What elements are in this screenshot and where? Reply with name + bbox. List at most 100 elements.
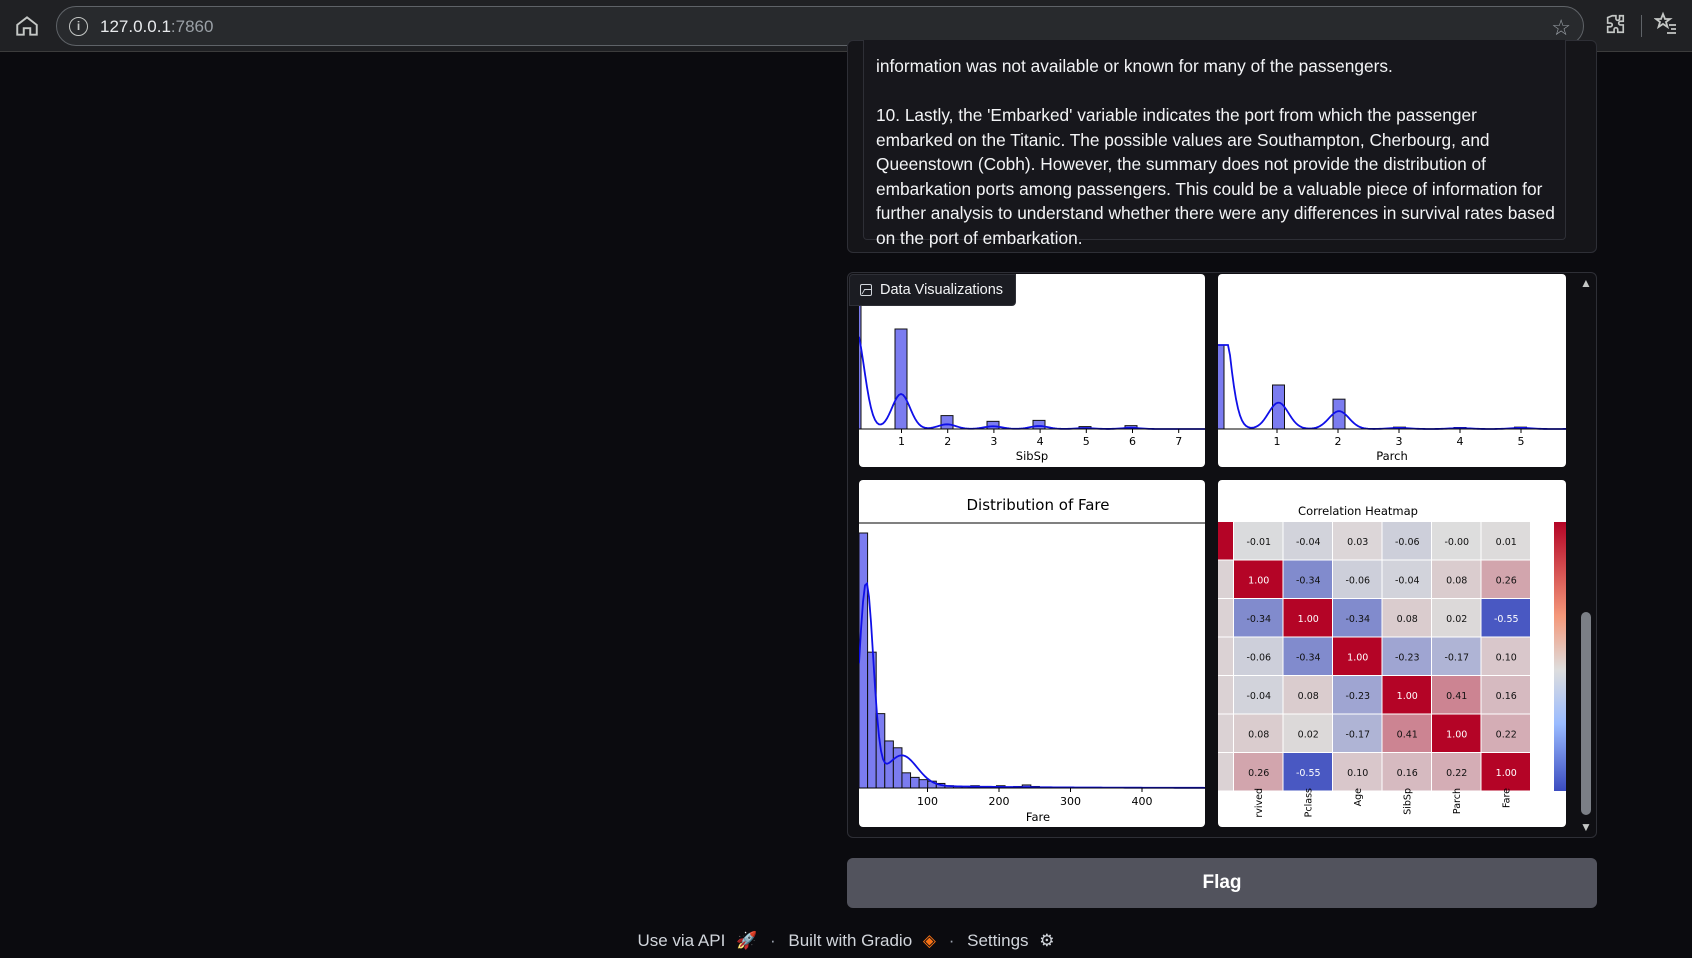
footer: Use via API 🚀 · Built with Gradio ◈ · Se… [0,930,1692,954]
url-text[interactable]: 127.0.0.1:7860 [100,17,213,37]
x-axis-label: Fare [1026,810,1050,824]
heatmap-cell-cropped [1218,560,1233,598]
histogram-bar [1332,398,1346,430]
heatmap-cell-label: 0.22 [1496,729,1517,740]
heatmap-cell-label: 1.00 [1446,729,1467,740]
heatmap-column-label: Parch [1452,788,1463,814]
histogram-bar [940,415,954,430]
heatmap-cell-label: 0.10 [1496,652,1517,663]
settings-link[interactable]: Settings [967,931,1028,951]
heatmap-cell-label: -0.34 [1345,614,1370,625]
x-tick-label: 300 [1060,795,1081,808]
histogram-bar [859,532,869,789]
heatmap-cell-label: 0.08 [1248,729,1269,740]
footer-separator: · [948,930,955,950]
x-tick-label: 200 [989,795,1010,808]
chart-title: Correlation Heatmap [1298,504,1418,518]
bookmarks-list-icon[interactable] [1653,11,1678,41]
histogram-bar [892,747,903,789]
heatmap-cell-label: 0.16 [1496,691,1517,702]
home-icon[interactable] [14,13,40,39]
use-via-api-link[interactable]: Use via API [637,931,725,951]
heatmap-column-label: Fare [1501,788,1512,808]
fare-histogram-svg: Distribution of Fare 100 200 300 400 Fare [859,496,1205,824]
heatmap-cell-label: 0.01 [1496,537,1517,548]
extensions-icon[interactable] [1604,13,1626,41]
visualizations-label-text: Data Visualizations [880,282,1004,298]
kde-line [1218,344,1566,430]
heatmap-cell-cropped [1218,522,1233,560]
kde-line [859,336,1205,430]
site-info-icon[interactable]: i [69,17,88,36]
heatmap-cell-label: 1.00 [1248,575,1269,586]
heatmap-column-label: SibSp [1402,788,1413,815]
heatmap-cell-label: -0.04 [1296,537,1321,548]
heatmap-cell-label: 0.08 [1298,691,1319,702]
heatmap-cell-label: 0.08 [1446,575,1467,586]
fare-histogram-plot[interactable]: Distribution of Fare 100 200 300 400 Fare [859,480,1205,827]
histogram-bar [986,420,1000,430]
x-tick-label: 400 [1132,795,1153,808]
heatmap-cell-label: -0.55 [1296,768,1321,779]
rocket-icon: 🚀 [736,930,758,950]
x-tick-label: 100 [917,795,938,808]
url-port: :7860 [170,17,214,36]
correlation-heatmap-plot[interactable]: Correlation Heatmap -0.01 -0.04 0.03 -0.06 -0… [1218,480,1566,827]
kde-line [859,581,1205,789]
histogram-bar [1272,384,1285,430]
histogram-bar [1032,419,1046,430]
heatmap-cell-label: -0.55 [1494,614,1519,625]
gear-icon: ⚙ [1039,930,1055,950]
url-host: 127.0.0.1 [100,17,171,36]
heatmap-cell-label: -0.00 [1444,537,1469,548]
scroll-down-arrow-icon[interactable]: ▼ [1580,820,1592,834]
visualizations-label: Data Visualizations [849,274,1017,306]
parch-histogram-plot[interactable]: 1 2 3 4 5 Parch [1218,274,1566,467]
histogram-bar [901,772,912,789]
image-icon [860,284,872,296]
heatmap-column-label: Age [1353,788,1364,807]
heatmap-cell-label: -0.23 [1395,652,1420,663]
x-axis-label: Parch [1376,449,1408,463]
heatmap-cell-label: 1.00 [1347,652,1368,663]
x-tick-label: 3 [990,435,997,448]
heatmap-cell-label: 0.41 [1397,729,1418,740]
heatmap-cell-label: -0.06 [1345,575,1370,586]
gradio-logo-icon: ◈ [922,930,936,950]
heatmap-cell-label: -0.06 [1395,537,1420,548]
histogram-bar [859,288,862,430]
flag-button[interactable]: Flag [847,858,1597,908]
heatmap-cell-label: 1.00 [1298,614,1319,625]
x-tick-label: 1 [898,435,905,448]
histogram-bar [918,779,929,789]
x-tick-label: 4 [1457,435,1464,448]
heatmap-cell-label: -0.23 [1345,691,1370,702]
bookmark-star-icon[interactable]: ☆ [1551,15,1571,41]
colorbar [1554,522,1566,791]
heatmap-column-label: rvived [1254,788,1265,818]
histogram-bar [884,740,894,789]
x-tick-label: 1 [1274,435,1281,448]
x-tick-label: 2 [1335,435,1342,448]
x-tick-label: 2 [944,435,951,448]
heatmap-cell-cropped [1218,676,1233,714]
heatmap-column-label: Pclass [1303,788,1314,817]
x-tick-label: 5 [1518,435,1525,448]
chart-title: Distribution of Fare [966,496,1109,514]
heatmap-cell-cropped [1218,753,1233,791]
histogram-bar [894,328,908,430]
x-tick-label: 4 [1037,435,1044,448]
summary-paragraph-1: information was not available or known f… [876,56,1393,76]
heatmap-cell-label: 0.02 [1298,729,1319,740]
heatmap-cell-label: -0.17 [1345,729,1370,740]
heatmap-cell-label: 1.00 [1496,768,1517,779]
x-axis-label: SibSp [1016,449,1048,463]
correlation-heatmap-svg: Correlation Heatmap -0.01 -0.04 0.03 -0.06 -0… [1218,504,1566,818]
heatmap-cell-label: 0.08 [1397,614,1418,625]
scroll-up-arrow-icon[interactable]: ▲ [1580,276,1592,290]
heatmap-cell-label: 0.10 [1347,768,1368,779]
built-with-gradio-link[interactable]: Built with Gradio [788,931,912,951]
x-tick-label: 7 [1175,435,1182,448]
gallery-scroll-thumb[interactable] [1581,612,1591,815]
histogram-bar [1218,344,1225,430]
